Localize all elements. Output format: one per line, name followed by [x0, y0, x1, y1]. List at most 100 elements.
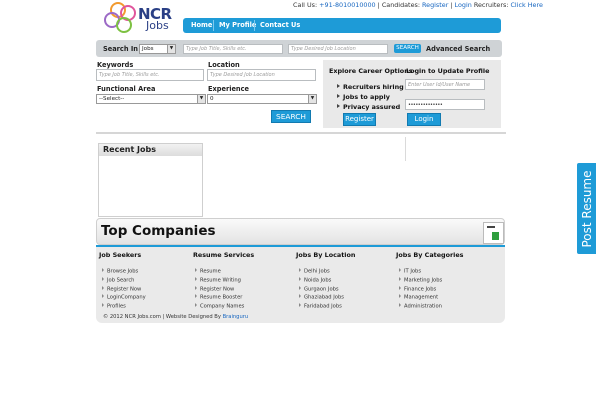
explore-item-label: Privacy assured [343, 103, 401, 111]
bullet-arrow-icon [399, 294, 401, 298]
form-search-button[interactable]: SEARCH [271, 110, 311, 123]
footer-link[interactable]: Delhi Jobs [299, 268, 330, 275]
footer-link-label: LoginCompany [107, 294, 146, 301]
search-in-label: Search In [103, 45, 138, 53]
recruiters-label: Recruiters: [471, 1, 511, 9]
functional-area-label: Functional Area [97, 85, 156, 93]
copyright-text: © 2012 NCR Jobs.com | Website Designed B… [103, 314, 223, 320]
footer-link-label: Management [404, 294, 439, 301]
bullet-arrow-icon [102, 303, 104, 307]
company-logo[interactable] [483, 222, 504, 244]
job-title-input[interactable]: Type Job Title, Skills etc. [183, 44, 283, 54]
bullet-arrow-icon [337, 104, 340, 108]
explore-item-recruiters[interactable]: Recruiters hiring [337, 83, 404, 91]
site-logo[interactable]: NCR Jobs [98, 2, 178, 34]
post-resume-tab[interactable]: Post Resume [577, 163, 596, 254]
functional-area-select[interactable]: --Select-- ▼ [96, 94, 206, 104]
chevron-down-icon: ▼ [197, 95, 205, 103]
side-panel: Explore Career Options Recruiters hiring… [323, 60, 501, 128]
password-input[interactable]: •••••••••••••• [405, 99, 485, 110]
footer-link[interactable]: Profiles [102, 303, 126, 310]
click-here-link[interactable]: Click Here [510, 1, 542, 9]
footer-link-label: Company Names [200, 303, 245, 310]
footer-link[interactable]: Gurgaon Jobs [299, 286, 339, 293]
explore-item-jobs[interactable]: Jobs to apply [337, 93, 390, 101]
nav-contact-us[interactable]: Contact Us [260, 21, 300, 29]
bullet-arrow-icon [299, 277, 301, 281]
footer-link-label: Resume Booster [200, 294, 243, 301]
logo-word-jobs: Jobs [146, 19, 169, 32]
nav-divider [254, 20, 255, 31]
register-link[interactable]: Register [422, 1, 448, 9]
footer-link-label: Profiles [107, 303, 126, 310]
explore-item-privacy[interactable]: Privacy assured [337, 103, 400, 111]
footer-link[interactable]: Administration [399, 303, 442, 310]
footer-link-label: Register Now [200, 286, 235, 293]
footer-link[interactable]: Job Search [102, 277, 134, 284]
login-link[interactable]: Login [455, 1, 472, 9]
footer-link-label: Finance Jobs [404, 286, 437, 293]
footer-link[interactable]: Noida Jobs [299, 277, 331, 284]
explore-title: Explore Career Options [329, 67, 413, 75]
keywords-label: Keywords [97, 61, 134, 69]
top-companies-title: Top Companies [101, 223, 216, 239]
location-input[interactable]: Type Desired Job Location [207, 69, 316, 81]
footer-link-label: Noida Jobs [304, 277, 332, 284]
experience-value: 0 [210, 96, 214, 102]
bullet-arrow-icon [337, 84, 340, 88]
footer-link-label: Marketing Jobs [404, 277, 443, 284]
footer-link[interactable]: Faridabad Jobs [299, 303, 342, 310]
designer-link[interactable]: Brainguru [223, 314, 249, 320]
login-title: Login to Update Profile [406, 67, 490, 75]
search-in-select[interactable]: Jobs ▼ [139, 44, 176, 54]
call-label: Call Us: [293, 1, 320, 9]
bullet-arrow-icon [399, 268, 401, 272]
recent-jobs-title: Recent Jobs [103, 145, 157, 154]
job-location-input[interactable]: Type Desired Job Location [288, 44, 388, 54]
main-nav: Home My Profile Contact Us [183, 18, 501, 33]
footer-link-label: IT Jobs [404, 268, 422, 275]
keywords-input[interactable]: Type Job Title, Skills etc. [96, 69, 204, 81]
footer-link[interactable]: Management [399, 294, 438, 301]
login-button[interactable]: Login [407, 113, 441, 126]
top-companies-bar: Top Companies [96, 218, 505, 245]
bullet-arrow-icon [102, 268, 104, 272]
phone-link[interactable]: +91-8010010000 [319, 1, 375, 9]
footer-link[interactable]: Register Now [102, 286, 141, 293]
footer-link[interactable]: LoginCompany [102, 294, 146, 301]
footer-link[interactable]: IT Jobs [399, 268, 421, 275]
username-input[interactable]: Enter User Id/User Name [405, 79, 485, 90]
bullet-arrow-icon [102, 294, 104, 298]
footer-link-label: Faridabad Jobs [304, 303, 342, 310]
search-in-value: Jobs [142, 46, 154, 52]
footer-heading-job-seekers: Job Seekers [99, 251, 142, 259]
explore-item-label: Recruiters hiring [343, 83, 404, 91]
footer-link[interactable]: Resume Booster [195, 294, 242, 301]
bullet-arrow-icon [299, 286, 301, 290]
footer-link[interactable]: Finance Jobs [399, 286, 436, 293]
section-divider [96, 132, 506, 134]
register-button[interactable]: Register [343, 113, 376, 126]
footer-link[interactable]: Marketing Jobs [399, 277, 442, 284]
footer-link[interactable]: Register Now [195, 286, 234, 293]
quick-search-button[interactable]: SEARCH [394, 44, 421, 53]
footer-link-label: Administration [404, 303, 442, 310]
nav-my-profile[interactable]: My Profile [219, 21, 256, 29]
recent-jobs-box: Recent Jobs [98, 143, 203, 217]
footer-link[interactable]: Browse Jobs [102, 268, 138, 275]
footer-link[interactable]: Ghaziabad Jobs [299, 294, 344, 301]
site-footer: Job Seekers Resume Services Jobs By Loca… [96, 247, 505, 323]
footer-link[interactable]: Company Names [195, 303, 244, 310]
nav-home[interactable]: Home [191, 21, 212, 29]
advanced-search-link[interactable]: Advanced Search [426, 45, 490, 53]
top-contact-line: Call Us: +91-8010010000 | Candidates: Re… [293, 1, 543, 9]
location-label: Location [208, 61, 240, 69]
footer-link[interactable]: Resume Writing [195, 277, 241, 284]
footer-link[interactable]: Resume [195, 268, 221, 275]
experience-select[interactable]: 0 ▼ [207, 94, 317, 104]
footer-heading-jobs-by-categories: Jobs By Categories [396, 251, 464, 259]
functional-area-value: --Select-- [99, 96, 125, 102]
bullet-arrow-icon [102, 277, 104, 281]
bullet-arrow-icon [399, 303, 401, 307]
footer-link-label: Delhi Jobs [304, 268, 330, 275]
